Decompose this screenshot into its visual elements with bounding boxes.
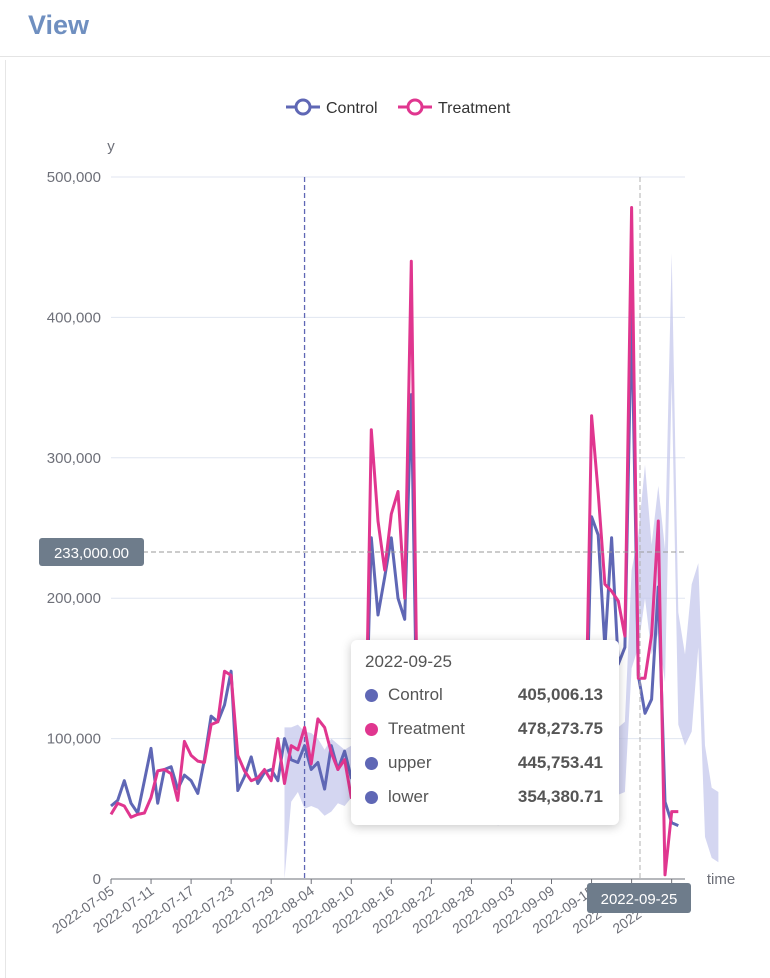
- legend-marker-treatment: [406, 98, 424, 116]
- legend-marker-control: [294, 98, 312, 116]
- tooltip-marker-upper: [365, 756, 378, 770]
- tooltip-date: 2022-09-25: [365, 652, 452, 671]
- tooltip-row-upper: upper 445,753.41: [365, 746, 603, 780]
- y-tick-label: 300,000: [47, 450, 101, 467]
- tooltip-name-treatment: Treatment: [388, 719, 465, 738]
- header-title: View: [28, 10, 90, 40]
- crosshair-y-label: 233,000.00: [54, 545, 129, 562]
- tooltip-name-upper: upper: [388, 753, 432, 772]
- tooltip-value-lower: 354,380.71: [517, 787, 603, 806]
- y-axis-title: y: [107, 138, 115, 155]
- y-tick-label: 200,000: [47, 590, 101, 607]
- tooltip-name-lower: lower: [388, 787, 429, 806]
- tooltip-value-control: 405,006.13: [517, 685, 603, 704]
- tooltip-value-treatment: 478,273.75: [517, 719, 603, 738]
- legend-label-control: Control: [326, 100, 378, 117]
- y-tick-label: 500,000: [47, 169, 101, 186]
- tooltip-marker-control: [365, 688, 378, 702]
- tooltip-name-control: Control: [388, 685, 443, 704]
- legend-label-treatment: Treatment: [438, 100, 511, 117]
- tooltip-row-control: Control 405,006.13: [365, 678, 603, 712]
- chart-svg[interactable]: 0 100,000 200,000 300,000 400,000 500,000 y tim…: [6, 60, 770, 978]
- view-header: View: [0, 0, 770, 57]
- tooltip-row-lower: lower 354,380.71: [365, 780, 603, 814]
- chart-tooltip: 2022-09-25 Control 405,006.13 Treatment …: [351, 640, 619, 825]
- chart-card: 0 100,000 200,000 300,000 400,000 500,000 y tim…: [5, 60, 770, 978]
- tooltip-row-treatment: Treatment 478,273.75: [365, 712, 603, 746]
- y-tick-label: 0: [93, 871, 101, 888]
- tooltip-value-upper: 445,753.41: [517, 753, 603, 772]
- crosshair-x-label: 2022-09-25: [601, 891, 678, 908]
- y-tick-label: 100,000: [47, 731, 101, 748]
- tooltip-marker-treatment: [365, 722, 378, 736]
- tooltip-marker-lower: [365, 790, 378, 804]
- y-tick-label: 400,000: [47, 309, 101, 326]
- x-axis-title: time: [707, 871, 735, 888]
